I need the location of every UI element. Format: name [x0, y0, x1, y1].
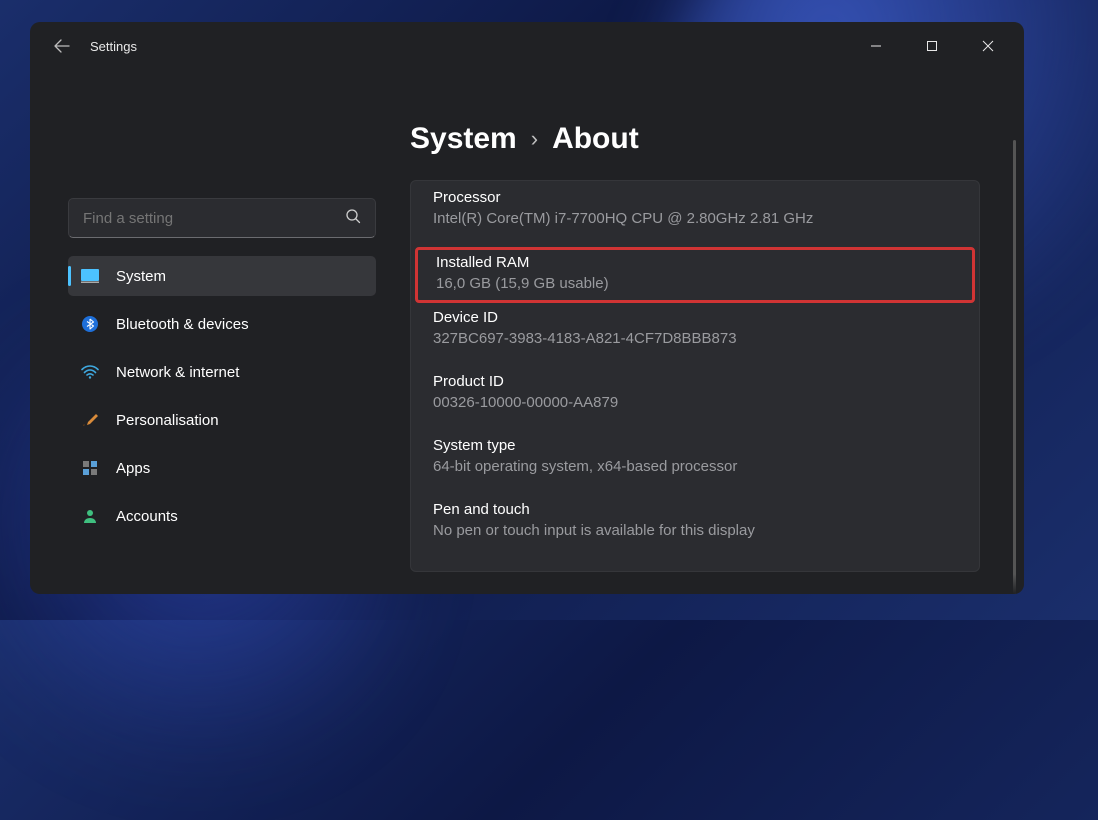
spec-pen-touch: Pen and touch No pen or touch input is a…: [411, 495, 979, 559]
wifi-icon: [80, 362, 100, 382]
search-icon: [345, 208, 361, 228]
sidebar-nav: System Bluetooth & devices Network & int…: [68, 256, 376, 536]
back-button[interactable]: [48, 32, 76, 60]
bluetooth-icon: [80, 314, 100, 334]
apps-icon: [80, 458, 100, 478]
accounts-icon: [80, 506, 100, 526]
close-icon: [982, 40, 994, 52]
sidebar-item-bluetooth[interactable]: Bluetooth & devices: [68, 304, 376, 344]
chevron-right-icon: ›: [531, 126, 538, 152]
sidebar-item-label: Apps: [116, 460, 150, 477]
device-specs-panel: Processor Intel(R) Core(TM) i7-7700HQ CP…: [410, 180, 980, 572]
spec-value: No pen or touch input is available for t…: [433, 522, 957, 539]
spec-processor: Processor Intel(R) Core(TM) i7-7700HQ CP…: [411, 183, 979, 247]
main-content: System › About Processor Intel(R) Core(T…: [380, 70, 1024, 594]
spec-value: 327BC697-3983-4183-A821-4CF7D8BBB873: [433, 330, 957, 347]
sidebar-item-apps[interactable]: Apps: [68, 448, 376, 488]
breadcrumb-current: About: [552, 122, 639, 156]
sidebar-item-label: Bluetooth & devices: [116, 316, 249, 333]
spec-value: 00326-10000-00000-AA879: [433, 394, 957, 411]
sidebar-item-network[interactable]: Network & internet: [68, 352, 376, 392]
spec-system-type: System type 64-bit operating system, x64…: [411, 431, 979, 495]
sidebar-item-label: Accounts: [116, 508, 178, 525]
spec-value: 16,0 GB (15,9 GB usable): [436, 275, 954, 292]
window-title: Settings: [90, 39, 137, 54]
spec-ram-highlighted: Installed RAM 16,0 GB (15,9 GB usable): [415, 247, 975, 303]
system-icon: [80, 266, 100, 286]
spec-value: 64-bit operating system, x64-based proce…: [433, 458, 957, 475]
search-input[interactable]: [83, 210, 345, 227]
breadcrumb: System › About: [410, 122, 1004, 156]
search-box[interactable]: [68, 198, 376, 238]
close-button[interactable]: [974, 32, 1002, 60]
minimize-icon: [870, 40, 882, 52]
spec-label: Processor: [433, 189, 957, 206]
sidebar-item-personalisation[interactable]: Personalisation: [68, 400, 376, 440]
spec-label: Pen and touch: [433, 501, 957, 518]
sidebar-item-accounts[interactable]: Accounts: [68, 496, 376, 536]
sidebar-item-label: Personalisation: [116, 412, 219, 429]
maximize-icon: [926, 40, 938, 52]
spec-product-id: Product ID 00326-10000-00000-AA879: [411, 367, 979, 431]
sidebar: System Bluetooth & devices Network & int…: [30, 70, 380, 594]
brush-icon: [80, 410, 100, 430]
spec-label: Product ID: [433, 373, 957, 390]
spec-label: Device ID: [433, 309, 957, 326]
window-controls: [862, 32, 1012, 60]
maximize-button[interactable]: [918, 32, 946, 60]
arrow-left-icon: [54, 38, 70, 54]
breadcrumb-parent[interactable]: System: [410, 122, 517, 156]
sidebar-item-system[interactable]: System: [68, 256, 376, 296]
spec-device-id: Device ID 327BC697-3983-4183-A821-4CF7D8…: [411, 303, 979, 367]
settings-window: Settings: [30, 22, 1024, 594]
sidebar-item-label: System: [116, 268, 166, 285]
titlebar: Settings: [30, 22, 1024, 70]
spec-value: Intel(R) Core(TM) i7-7700HQ CPU @ 2.80GH…: [433, 210, 957, 227]
spec-label: Installed RAM: [436, 254, 954, 271]
spec-label: System type: [433, 437, 957, 454]
scrollbar[interactable]: [1013, 140, 1016, 594]
minimize-button[interactable]: [862, 32, 890, 60]
sidebar-item-label: Network & internet: [116, 364, 239, 381]
